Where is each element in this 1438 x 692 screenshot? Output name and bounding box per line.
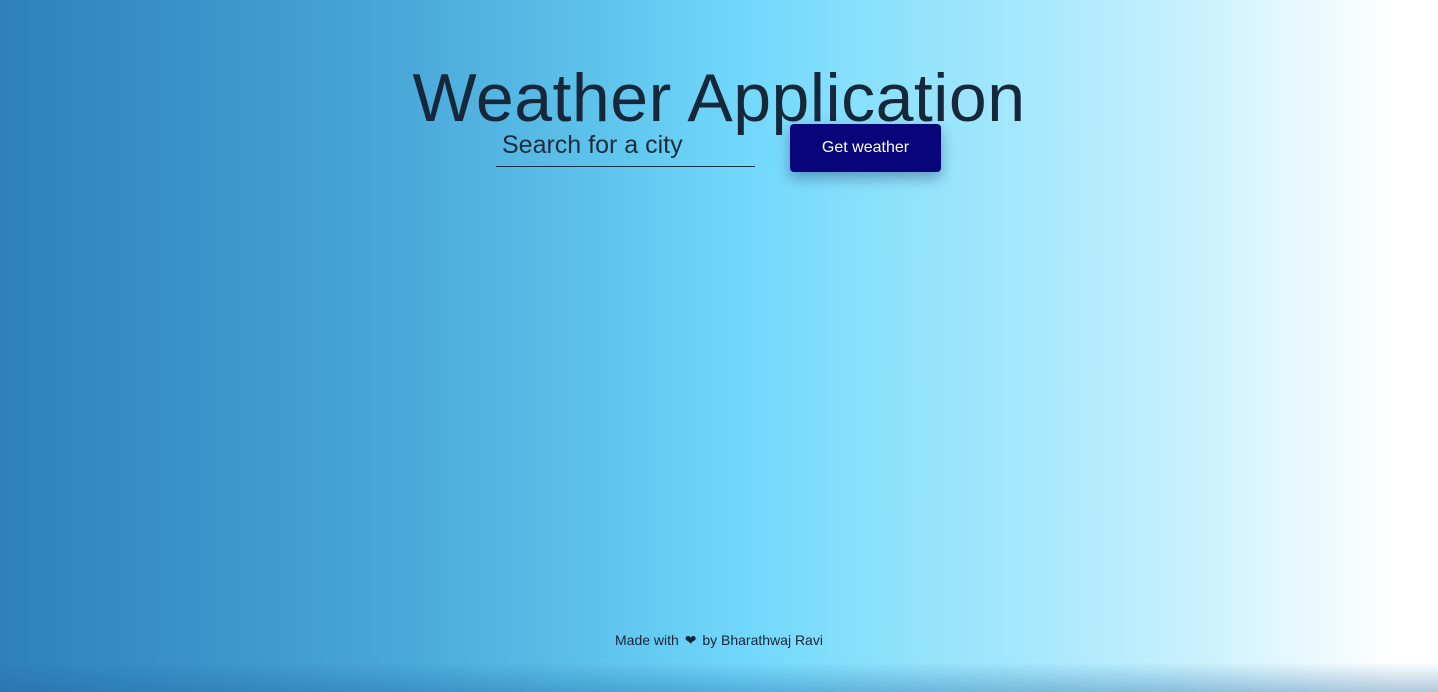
footer-author: by Bharathwaj Ravi — [702, 632, 823, 648]
city-search-input[interactable] — [496, 124, 755, 167]
get-weather-button[interactable]: Get weather — [790, 124, 941, 172]
heart-icon: ❤ — [684, 632, 697, 648]
search-form: Get weather — [496, 124, 942, 172]
footer: Made with ❤ by Bharathwaj Ravi — [0, 632, 1438, 649]
footer-prefix: Made with — [615, 632, 679, 648]
bottom-shadow — [0, 662, 1438, 692]
